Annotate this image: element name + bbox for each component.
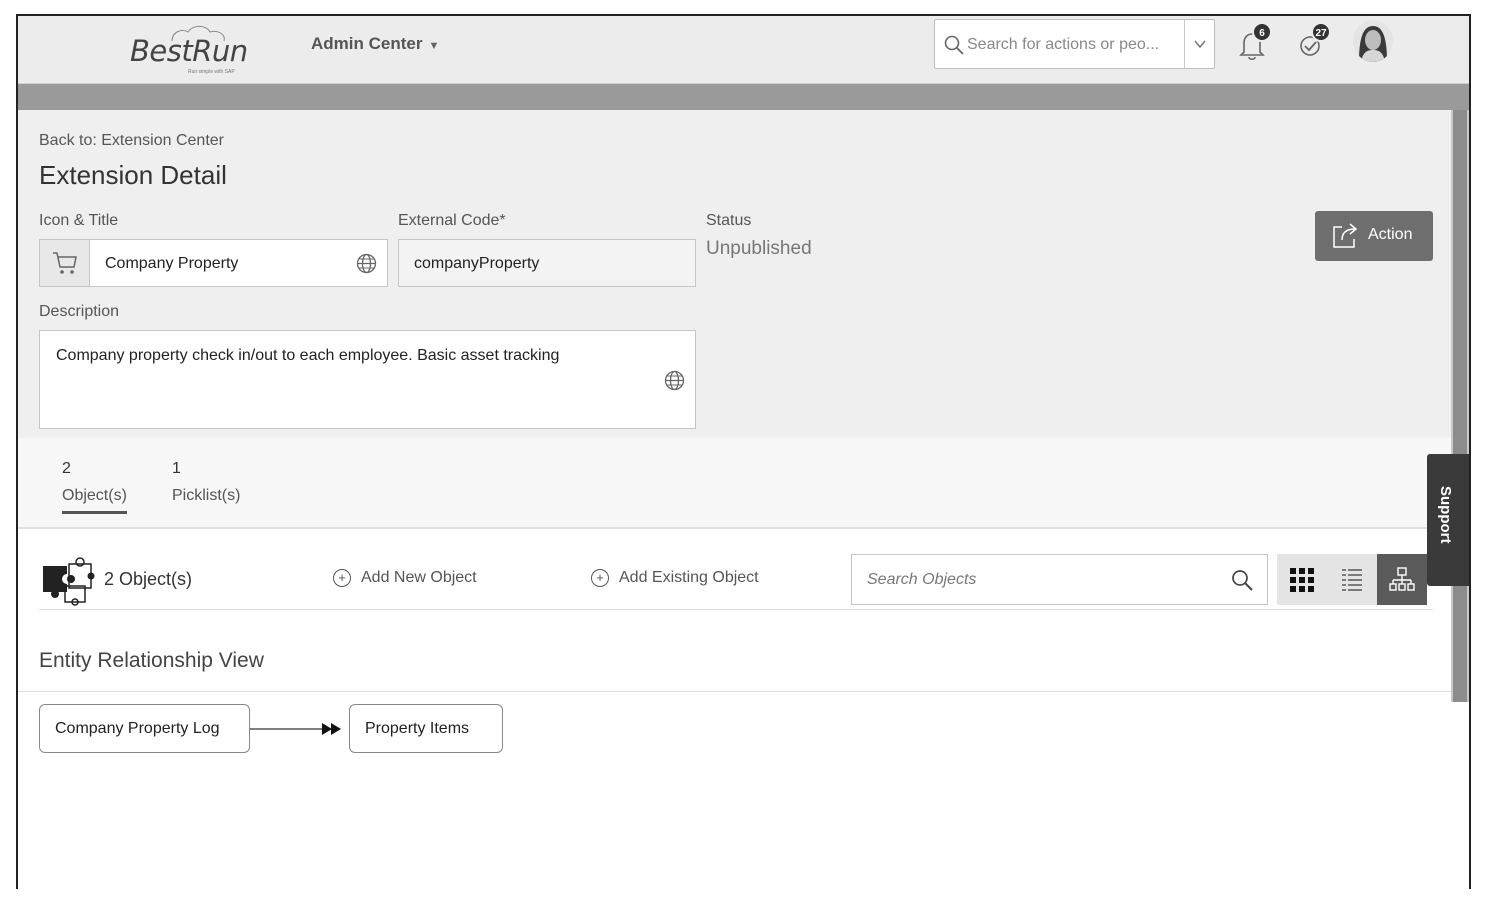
shopping-cart-icon — [52, 252, 77, 274]
tab-bar: 2 Object(s) 1 Picklist(s) — [18, 438, 1451, 529]
tab-count: 2 — [62, 460, 71, 477]
caret-down-icon: ▼ — [428, 40, 440, 52]
er-divider — [18, 691, 1451, 692]
er-node-label: Property Items — [365, 719, 470, 737]
app-window: BestRun Run simple with SAP Admin Center… — [16, 14, 1471, 889]
scrollbar-thumb[interactable] — [1453, 110, 1467, 702]
icon-title-field[interactable]: Company Property — [39, 239, 388, 287]
status-label: Status — [706, 212, 752, 229]
er-node-company-property-log[interactable]: Company Property Log — [39, 704, 250, 753]
chevron-down-icon — [1193, 40, 1206, 49]
shell-bar: BestRun Run simple with SAP Admin Center… — [18, 16, 1469, 84]
search-scope-dropdown[interactable] — [1184, 20, 1214, 68]
er-node-property-items[interactable]: Property Items — [349, 704, 503, 753]
external-code-label: External Code* — [398, 212, 506, 229]
hierarchy-view-button[interactable] — [1377, 554, 1427, 605]
globe-icon[interactable] — [664, 370, 685, 391]
description-value: Company property check in/out to each em… — [56, 347, 560, 364]
grid-view-button[interactable] — [1277, 554, 1327, 605]
objects-search-input[interactable] — [867, 567, 1207, 593]
add-circle-icon: + — [333, 569, 351, 587]
relationship-connector — [250, 723, 341, 735]
hierarchy-icon — [1389, 566, 1415, 591]
notifications-button[interactable]: 6 — [1239, 22, 1272, 61]
icon-title-label: Icon & Title — [39, 212, 119, 229]
icon-picker[interactable] — [40, 240, 90, 286]
shell-divider-strip — [18, 84, 1469, 110]
objects-count-label: 2 Object(s) — [104, 569, 193, 589]
description-label: Description — [39, 303, 120, 320]
tab-label: Object(s) — [62, 487, 127, 504]
list-icon — [1342, 568, 1362, 591]
add-existing-object-label: Add Existing Object — [619, 569, 759, 586]
add-new-object-button[interactable]: + Add New Object — [333, 569, 477, 587]
search-icon — [944, 35, 964, 55]
user-photo-icon — [1353, 20, 1393, 62]
vertical-scrollbar[interactable] — [1451, 110, 1469, 702]
external-code-value: companyProperty — [414, 255, 540, 272]
todo-button[interactable]: 27 — [1298, 22, 1331, 60]
back-link[interactable]: Back to: Extension Center — [39, 132, 224, 150]
tab-objects[interactable]: 2 Object(s) — [62, 460, 127, 514]
support-tab[interactable]: Support — [1427, 454, 1469, 586]
extension-header: Back to: Extension Center Extension Deta… — [18, 110, 1451, 438]
tab-picklists[interactable]: 1 Picklist(s) — [172, 460, 240, 505]
objects-toolbar: 2 Object(s) + Add New Object + Add Exist… — [18, 529, 1451, 611]
external-code-field[interactable]: companyProperty — [398, 239, 696, 287]
er-node-label: Company Property Log — [55, 719, 220, 737]
app-menu-admin-center[interactable]: Admin Center ▼ — [311, 34, 439, 54]
share-export-icon — [1333, 223, 1358, 248]
logo-subtext: Run simple with SAP — [188, 69, 235, 75]
action-label: Action — [1368, 226, 1413, 243]
logo-text: BestRun — [130, 34, 248, 68]
tab-label: Picklist(s) — [172, 487, 241, 504]
app-menu-label: Admin Center — [311, 34, 423, 53]
status-value: Unpublished — [706, 238, 812, 259]
todo-badge: 27 — [1311, 22, 1331, 42]
list-view-button[interactable] — [1327, 554, 1377, 605]
action-button[interactable]: Action — [1315, 211, 1433, 261]
objects-search[interactable] — [851, 554, 1268, 605]
global-search[interactable] — [934, 19, 1215, 69]
add-existing-object-button[interactable]: + Add Existing Object — [591, 569, 759, 587]
global-search-input[interactable] — [967, 30, 1179, 60]
company-logo[interactable]: BestRun Run simple with SAP — [128, 24, 252, 76]
globe-icon[interactable] — [356, 253, 377, 274]
description-field[interactable]: Company property check in/out to each em… — [39, 330, 696, 429]
user-avatar[interactable] — [1353, 20, 1393, 62]
puzzle-objects-icon — [43, 557, 95, 606]
page-title: Extension Detail — [39, 160, 227, 190]
search-icon[interactable] — [1230, 568, 1254, 592]
add-circle-icon: + — [591, 569, 609, 587]
er-view-title: Entity Relationship View — [39, 649, 264, 672]
icon-title-value: Company Property — [105, 255, 239, 272]
toolbar-divider — [39, 609, 1433, 610]
add-new-object-label: Add New Object — [361, 569, 477, 586]
tab-count: 1 — [172, 460, 181, 477]
support-label: Support — [1437, 486, 1454, 544]
notifications-badge: 6 — [1252, 22, 1272, 42]
grid-icon — [1290, 567, 1314, 592]
